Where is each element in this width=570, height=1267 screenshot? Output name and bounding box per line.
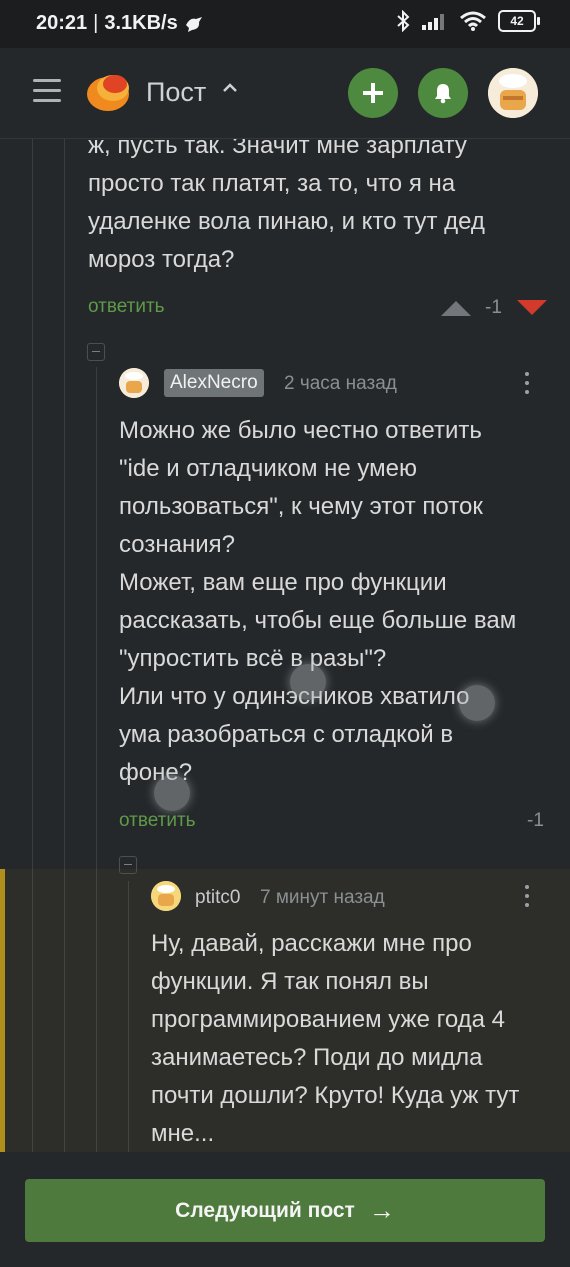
notifications-button[interactable]: [418, 68, 468, 118]
comment-rating: -1: [527, 810, 544, 831]
add-post-button[interactable]: [348, 68, 398, 118]
comment-line: удаленке вола пинаю, и кто тут дед: [88, 208, 485, 235]
comment-time[interactable]: 7 минут назад: [260, 887, 385, 909]
status-right: 42: [396, 10, 540, 32]
thread-line: [96, 869, 97, 1169]
comment-line: просто так платят, за то, что я на: [88, 170, 456, 197]
comment-author[interactable]: ptitc0: [195, 887, 240, 909]
comment-line: Ну, давай, расскажи мне про: [151, 930, 472, 957]
logo-icon[interactable]: [85, 70, 131, 114]
comment-avatar[interactable]: [119, 368, 149, 398]
comment-line: функции. Я так понял вы: [151, 968, 429, 995]
comment-line: занимаетесь? Поди до мидла: [151, 1044, 483, 1071]
thread-line: [128, 881, 129, 1169]
comment-line: программированием уже года 4: [151, 1006, 505, 1033]
comment-time[interactable]: 2 часа назад: [284, 373, 397, 395]
battery-icon: 42: [498, 10, 540, 32]
new-comment-marker: [0, 869, 5, 1169]
comment-line: Можно же было честно ответить: [119, 417, 482, 444]
comment-line: мне...: [151, 1120, 215, 1147]
more-options-icon[interactable]: [525, 885, 529, 912]
network-speed: 3.1KB/s: [104, 12, 178, 34]
comment-body: Можно же было честно ответить "ide и отл…: [119, 412, 516, 792]
plus-icon: [363, 83, 383, 103]
page-title[interactable]: Пост: [146, 77, 206, 108]
upvote-icon[interactable]: [441, 300, 471, 316]
touch-indicator: [290, 664, 326, 700]
comment-line: ума разобраться с отладкой в: [119, 721, 454, 748]
chevron-up-icon[interactable]: [220, 78, 240, 104]
reply-link[interactable]: ответить: [88, 296, 165, 318]
comment-line: сознания?: [119, 531, 235, 558]
thread-line: [32, 869, 33, 1169]
bell-icon: [435, 84, 451, 104]
app-header: Пост: [0, 48, 570, 139]
bluetooth-icon: [397, 10, 410, 32]
collapse-toggle[interactable]: [119, 856, 137, 874]
downvote-icon[interactable]: [517, 300, 547, 316]
wifi-icon: [460, 11, 486, 31]
comment-line: мороз тогда?: [88, 246, 235, 273]
collapse-toggle[interactable]: [87, 343, 105, 361]
comment-line: пользоваться", к чему этот поток: [119, 493, 483, 520]
touch-indicator: [154, 775, 190, 811]
comment-line: "ide и отладчиком не умею: [119, 455, 417, 482]
touch-indicator: [459, 685, 495, 721]
comment-line: Может, вам еще про функции: [119, 569, 447, 596]
status-bar: 20:21 | 3.1KB/s 42: [0, 0, 570, 48]
status-separator: |: [93, 12, 99, 34]
reply-link[interactable]: ответить: [119, 810, 196, 832]
user-avatar[interactable]: [488, 68, 538, 118]
menu-icon[interactable]: [33, 79, 61, 103]
more-options-icon[interactable]: [525, 372, 529, 399]
notification-bird-icon: [185, 16, 202, 32]
comment-body: Ну, давай, расскажи мне про функции. Я т…: [151, 925, 519, 1153]
arrow-right-icon: →: [368, 1195, 395, 1225]
comments-thread: ж, пусть так. Значит мне зарплату просто…: [0, 139, 570, 1169]
comment-line: ж, пусть так. Значит мне зарплату: [88, 139, 467, 159]
comment-author[interactable]: AlexNecro: [164, 369, 264, 397]
signal-icon: [422, 14, 444, 30]
comment-avatar[interactable]: [151, 881, 181, 911]
comment-rating: -1: [485, 297, 502, 318]
status-time: 20:21: [36, 12, 88, 34]
thread-line: [64, 869, 65, 1169]
bottom-bar: Следующий пост →: [0, 1152, 570, 1267]
next-post-label: Следующий пост: [175, 1198, 355, 1222]
comment-line: почти дошли? Круто! Куда уж тут: [151, 1082, 520, 1109]
next-post-button[interactable]: Следующий пост →: [25, 1179, 545, 1242]
status-left: 20:21 | 3.1KB/s: [36, 12, 204, 35]
comment-line: рассказать, чтобы еще больше вам: [119, 607, 517, 634]
comment-body: ж, пусть так. Значит мне зарплату просто…: [88, 139, 485, 279]
